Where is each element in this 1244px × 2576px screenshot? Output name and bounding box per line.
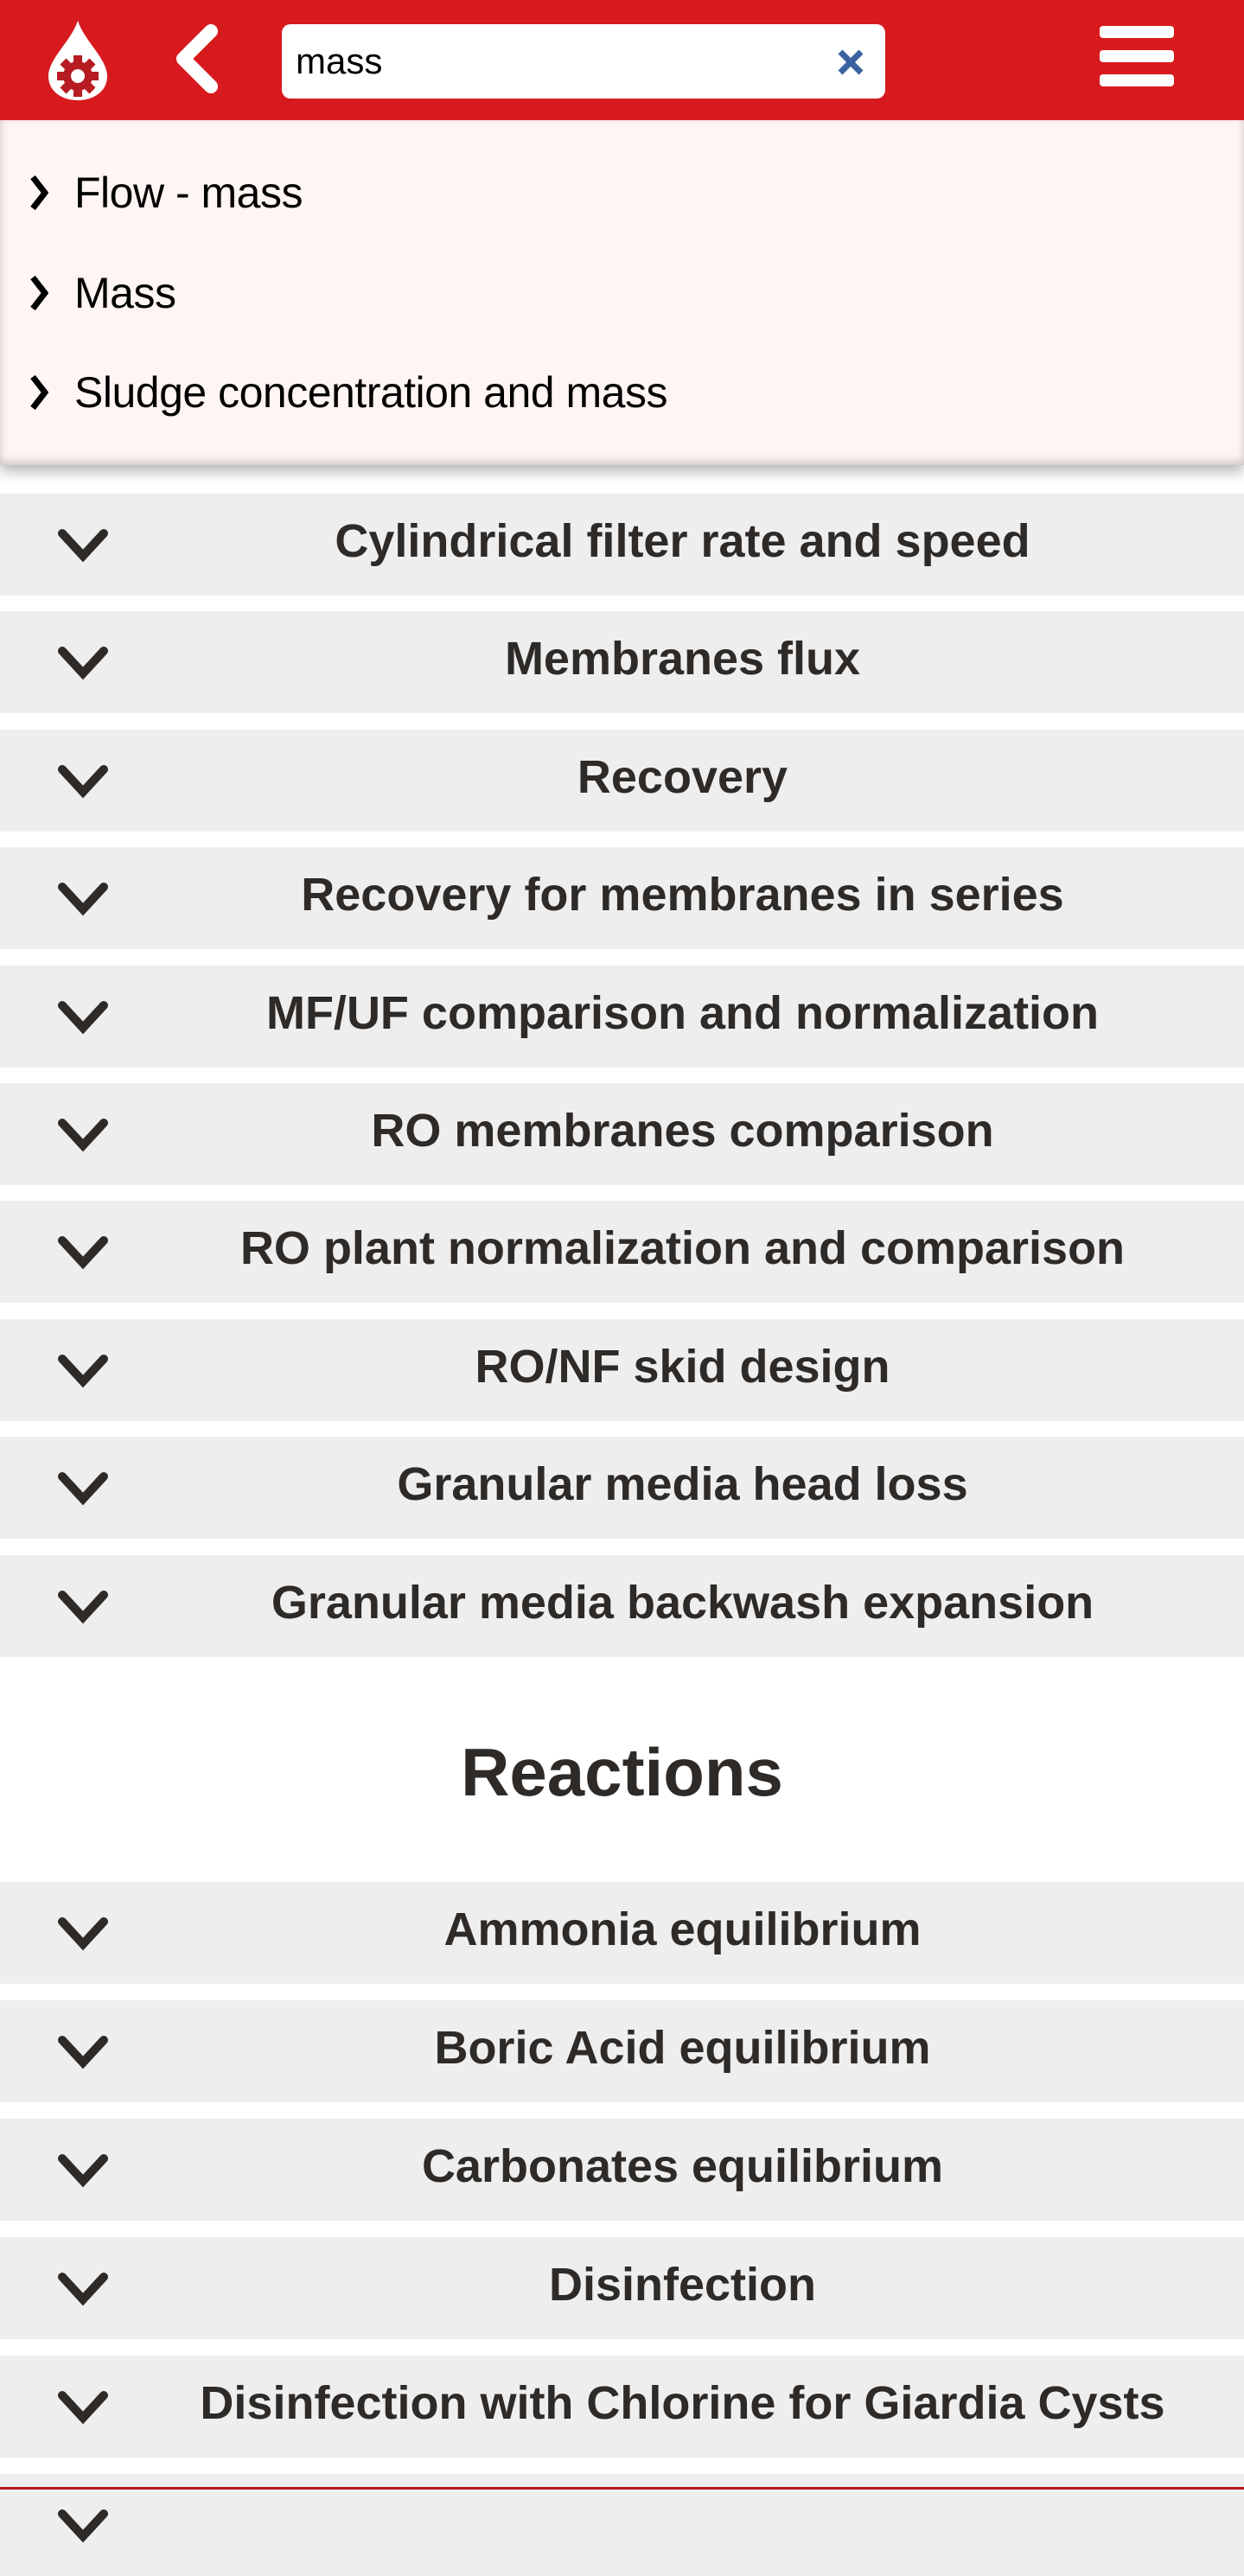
chevron-down-icon — [58, 2154, 108, 2188]
accordion-row-label: Recovery — [577, 750, 788, 803]
accordion-row-label: Disinfection — [548, 2259, 817, 2311]
chevron-down-icon — [58, 2391, 108, 2425]
accordion-row-label: Ammonia equilibrium — [443, 1903, 922, 1955]
menu-bar — [1100, 74, 1174, 86]
accordion-row[interactable]: Granular media backwash expansion — [0, 1554, 1244, 1657]
chevron-down-icon — [58, 1354, 108, 1388]
hamburger-menu-button[interactable] — [1100, 26, 1176, 92]
chevron-down-icon — [58, 1236, 108, 1270]
accordion-row-label: Membranes flux — [504, 633, 861, 685]
search-suggestions: Flow - mass Mass Sludge concentration an… — [0, 120, 1244, 465]
chevron-right-icon — [30, 374, 48, 411]
chevron-down-icon — [58, 2036, 108, 2069]
accordion-row[interactable]: Disinfection with Chlorine for Giardia C… — [0, 2356, 1244, 2458]
search-box — [282, 24, 885, 99]
close-icon — [838, 49, 864, 75]
water-drop-gear-icon[interactable] — [45, 19, 111, 102]
accordion-row[interactable]: Cylindrical filter rate and speed — [0, 494, 1244, 596]
accordion-row-label: Cylindrical filter rate and speed — [335, 515, 1030, 567]
accordion-row-label: Disinfection with Chlorine for Giardia C… — [200, 2377, 1165, 2429]
menu-bar — [1100, 50, 1174, 62]
chevron-down-icon — [58, 1472, 108, 1506]
accordion-row-label: MF/UF comparison and normalization — [265, 986, 1100, 1039]
accordion-row-label: RO membranes comparison — [371, 1105, 994, 1157]
accordion-row[interactable]: RO/NF skid design — [0, 1318, 1244, 1421]
chevron-left-icon — [176, 24, 218, 93]
chevron-down-icon — [58, 1590, 108, 1623]
suggestion-label: Mass — [74, 269, 176, 317]
accordion-row[interactable]: Disinfection — [0, 2237, 1244, 2339]
app-header — [0, 0, 1244, 120]
accordion-row[interactable]: Ammonia equilibrium — [0, 1882, 1244, 1984]
suggestion-sludge-concentration-and-mass[interactable]: Sludge concentration and mass — [29, 358, 667, 427]
accordion-row-label: Granular media head loss — [397, 1458, 968, 1511]
accordion-row[interactable]: Boric Acid equilibrium — [0, 2000, 1244, 2102]
chevron-down-icon — [58, 764, 108, 799]
chevron-down-icon — [58, 883, 108, 916]
chevron-down-icon — [58, 1917, 108, 1951]
chevron-down-icon — [58, 529, 108, 563]
accordion-row-label: RO/NF skid design — [475, 1340, 890, 1393]
accordion-row[interactable]: Recovery for membranes in series — [0, 847, 1244, 950]
suggestion-flow-mass[interactable]: Flow - mass — [29, 158, 303, 227]
accordion-row-label: Granular media backwash expansion — [271, 1576, 1094, 1629]
chevron-right-icon — [30, 175, 48, 211]
suggestion-mass[interactable]: Mass — [29, 258, 176, 328]
suggestion-label: Sludge concentration and mass — [74, 368, 667, 417]
chevron-down-icon — [58, 2509, 108, 2543]
chevron-down-icon — [58, 1119, 108, 1152]
accordion-row-label: RO plant normalization and comparison — [239, 1222, 1126, 1275]
accordion-row[interactable]: Membranes flux — [0, 611, 1244, 714]
accordion-row-label: Carbonates equilibrium — [421, 2140, 944, 2192]
back-button[interactable] — [171, 24, 223, 93]
chevron-down-icon — [58, 1000, 108, 1034]
accordion-row-label: Boric Acid equilibrium — [434, 2022, 931, 2074]
suggestion-label: Flow - mass — [74, 169, 303, 217]
accordion-row[interactable]: RO plant normalization and comparison — [0, 1201, 1244, 1304]
accordion-row[interactable]: Recovery — [0, 729, 1244, 832]
chevron-down-icon — [58, 2273, 108, 2306]
search-input[interactable] — [296, 24, 814, 99]
accordion-row-label: Recovery for membranes in series — [301, 869, 1064, 921]
menu-bar — [1100, 26, 1174, 38]
accordion-row[interactable]: RO membranes comparison — [0, 1083, 1244, 1185]
chevron-down-icon — [58, 647, 108, 680]
clear-search-button[interactable] — [835, 47, 866, 78]
accordion-row[interactable]: Granular media head loss — [0, 1437, 1244, 1540]
accordion-row[interactable]: Carbonates equilibrium — [0, 2119, 1244, 2221]
section-title-reactions: Reactions — [461, 1733, 783, 1810]
chevron-right-icon — [30, 275, 48, 311]
accordion-row[interactable]: MF/UF comparison and normalization — [0, 965, 1244, 1068]
